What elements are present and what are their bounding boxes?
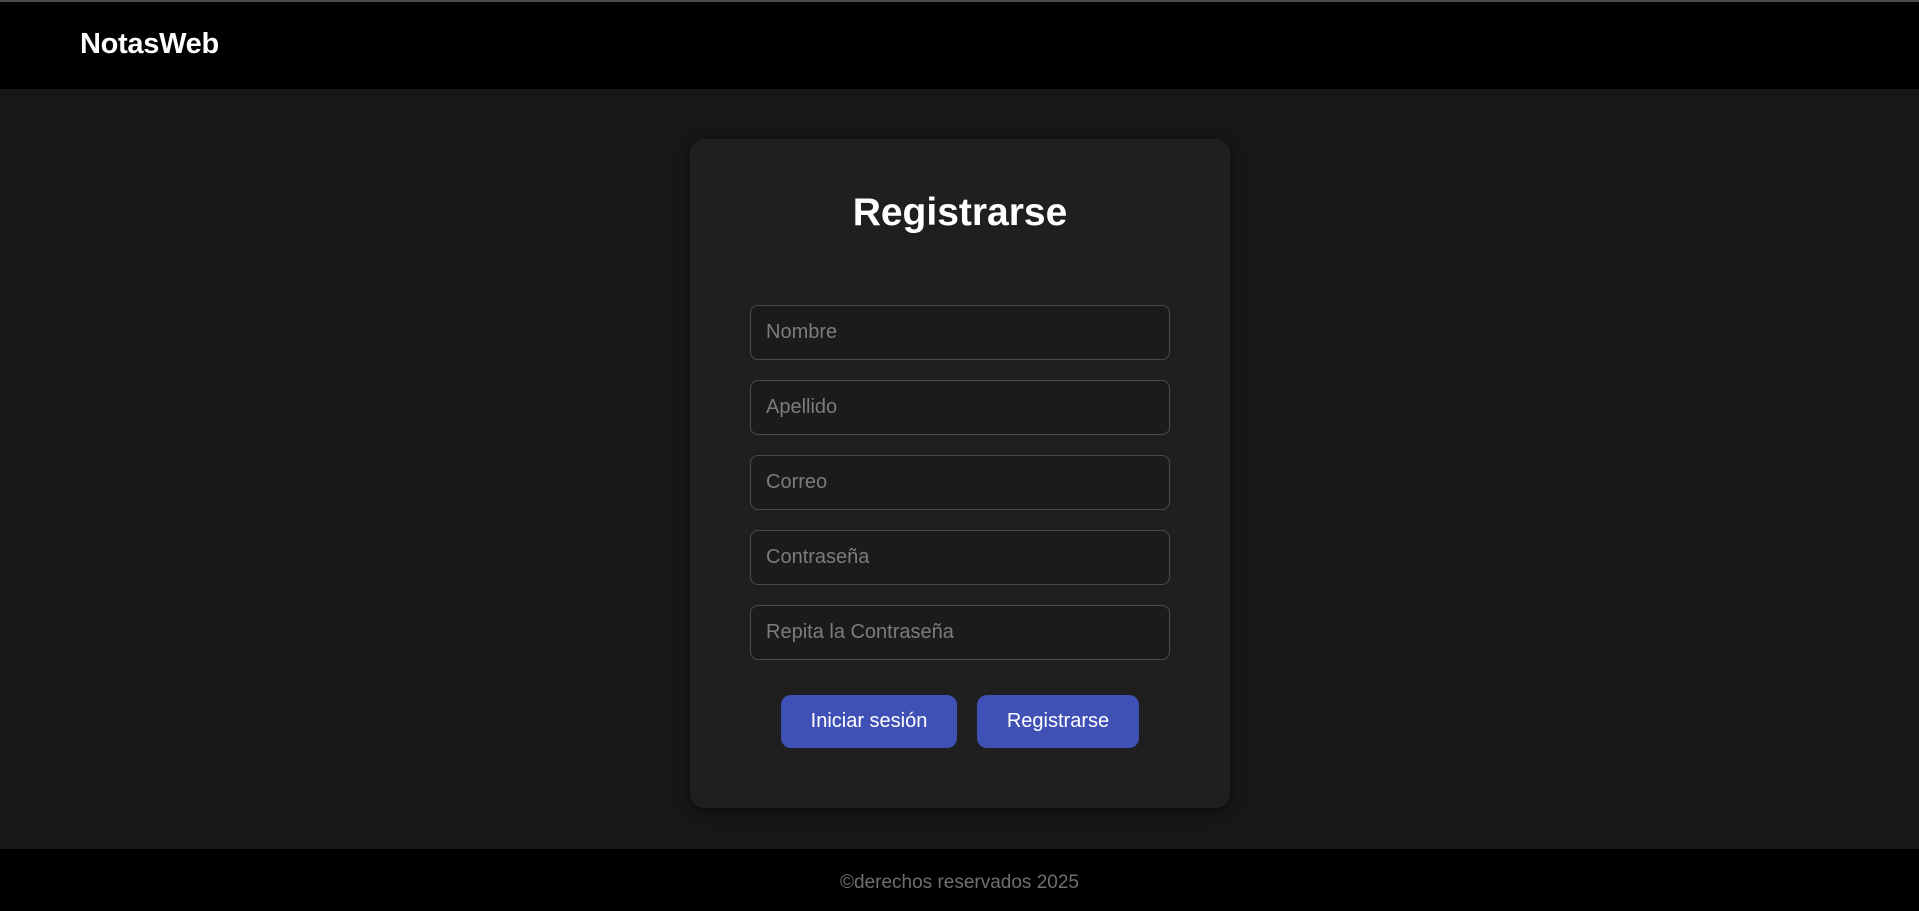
correo-input[interactable] xyxy=(750,455,1170,510)
page-title: Registrarse xyxy=(852,191,1068,234)
register-button[interactable]: Registrarse xyxy=(977,695,1139,748)
brand-logo-link[interactable]: NotasWeb xyxy=(80,28,219,61)
register-card: Registrarse Iniciar sesión Registrarse xyxy=(690,139,1230,808)
copyright-text: ©derechos reservados 2025 xyxy=(840,872,1079,893)
footer: ©derechos reservados 2025 xyxy=(0,849,1919,911)
login-button[interactable]: Iniciar sesión xyxy=(781,695,957,748)
contrasena-input[interactable] xyxy=(750,530,1170,585)
repetir-contrasena-input[interactable] xyxy=(750,605,1170,660)
nombre-input[interactable] xyxy=(750,305,1170,360)
navbar: NotasWeb xyxy=(0,2,1919,89)
apellido-input[interactable] xyxy=(750,380,1170,435)
